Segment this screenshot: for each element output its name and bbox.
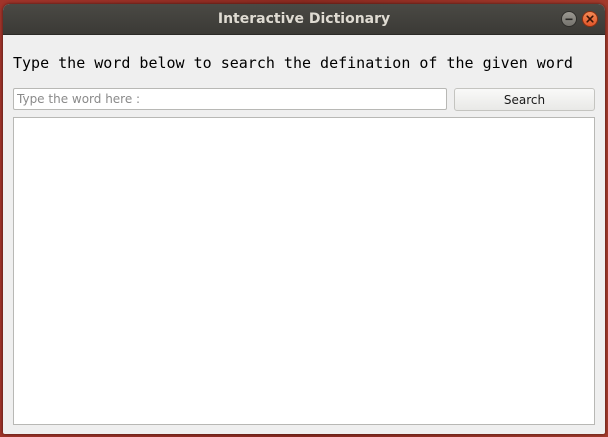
app-window: Interactive Dictionary Type the word bel… <box>3 4 605 434</box>
search-button[interactable]: Search <box>454 88 595 111</box>
close-button[interactable] <box>582 11 598 27</box>
word-search-input[interactable] <box>13 88 447 110</box>
minimize-icon <box>565 18 573 21</box>
instruction-text: Type the word below to search the defina… <box>13 54 573 72</box>
window-title: Interactive Dictionary <box>217 11 391 27</box>
desktop-background: Interactive Dictionary Type the word bel… <box>0 0 608 437</box>
definition-results-area[interactable] <box>13 117 595 425</box>
close-icon <box>586 15 594 23</box>
title-bar[interactable]: Interactive Dictionary <box>3 4 605 35</box>
minimize-button[interactable] <box>561 11 577 27</box>
